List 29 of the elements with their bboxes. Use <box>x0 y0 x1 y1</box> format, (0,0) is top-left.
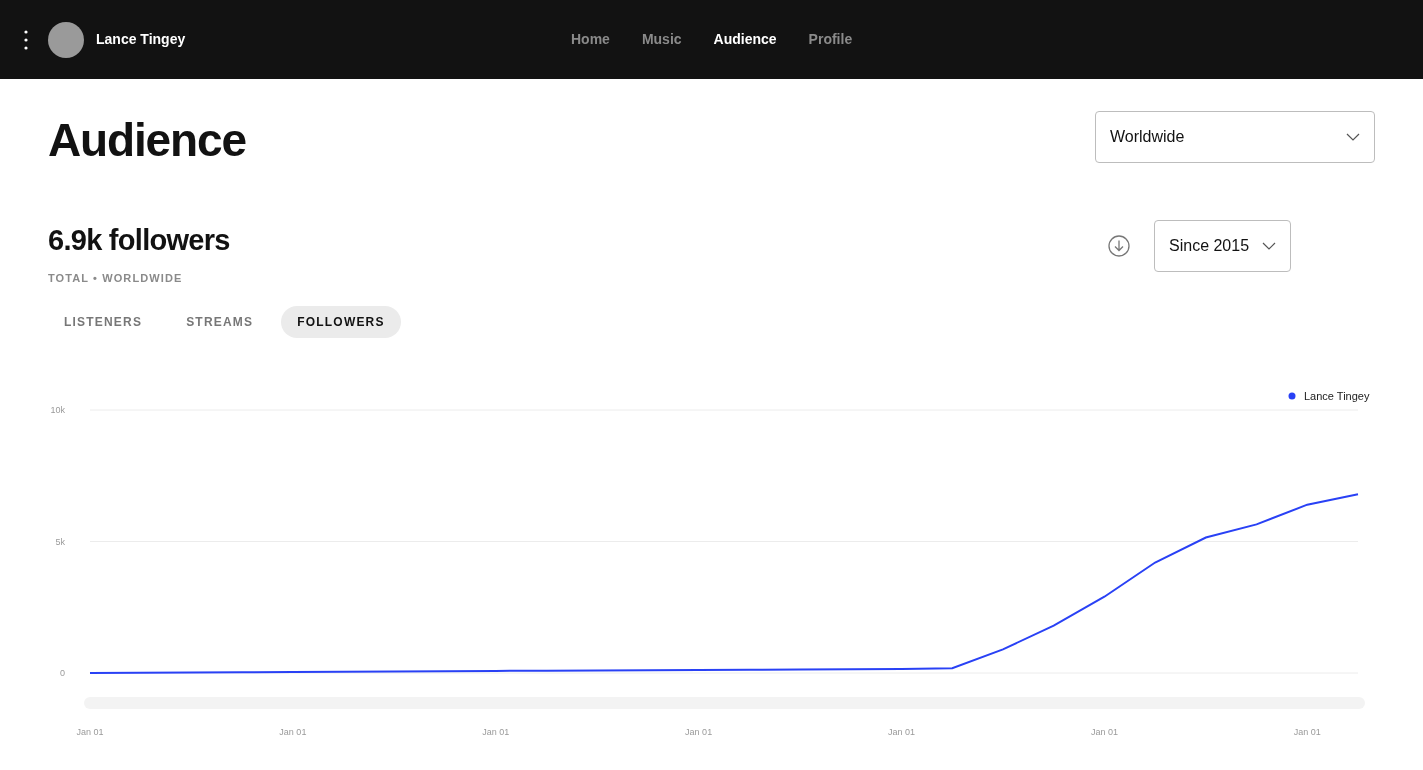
chevron-down-icon <box>1262 242 1276 250</box>
x-tick-label: Jan 01 <box>685 726 713 737</box>
metric-tab[interactable]: STREAMS <box>170 305 270 338</box>
chevron-down-icon <box>1346 133 1360 141</box>
metric-tab[interactable]: FOLLOWERS <box>281 305 401 338</box>
x-tick-label: Jan 01 <box>76 726 104 737</box>
x-tick-label: Jan 01 <box>482 726 510 737</box>
followers-total: 6.9k followers <box>48 226 230 255</box>
metric-tab[interactable]: LISTENERS <box>48 305 159 338</box>
x-tick-label: Jan 01 <box>888 726 916 737</box>
user-name: Lance Tingey <box>96 30 186 49</box>
legend-label: Lance Tingey <box>1304 389 1370 402</box>
nav-link[interactable]: Home <box>571 29 610 50</box>
nav-link[interactable]: Audience <box>713 29 777 50</box>
nav-link[interactable]: Profile <box>808 29 853 50</box>
total-subtitle: TOTAL • WORLDWIDE <box>48 271 184 286</box>
page-title: Audience <box>48 117 246 163</box>
avatar[interactable] <box>48 21 84 58</box>
y-tick-label: 0 <box>60 667 65 678</box>
y-tick-label: 5k <box>55 536 65 546</box>
x-tick-label: Jan 01 <box>1090 726 1118 737</box>
region-dropdown[interactable]: Worldwide <box>1095 111 1375 163</box>
nav-link[interactable]: Music <box>641 29 682 50</box>
y-tick-label: 10k <box>50 404 65 415</box>
more-options-icon[interactable] <box>24 29 28 50</box>
period-dropdown[interactable]: Since 2015 <box>1154 220 1291 272</box>
x-tick-label: Jan 01 <box>1293 726 1321 737</box>
download-icon[interactable] <box>1108 235 1130 257</box>
x-tick-label: Jan 01 <box>279 726 307 737</box>
